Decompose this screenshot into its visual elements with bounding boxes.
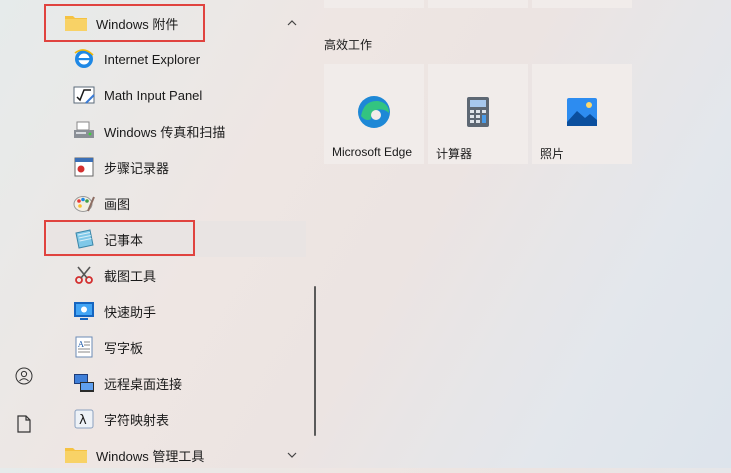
app-label: 写字板 bbox=[104, 340, 144, 356]
folder-icon bbox=[65, 448, 87, 463]
app-label: 记事本 bbox=[104, 232, 144, 248]
app-item-paint[interactable]: 画图 bbox=[48, 185, 306, 221]
tile-label: Microsoft Edge bbox=[332, 145, 413, 159]
app-label: 步骤记录器 bbox=[104, 160, 170, 176]
remote-desktop-icon bbox=[74, 374, 94, 392]
app-item-wordpad[interactable]: A 写字板 bbox=[48, 329, 306, 365]
character-map-icon: λ bbox=[74, 409, 94, 429]
app-label: 画图 bbox=[104, 196, 131, 212]
tile-group-title: 高效工作 bbox=[324, 38, 373, 52]
app-item-character-map[interactable]: λ 字符映射表 bbox=[48, 401, 306, 437]
app-label: 快速助手 bbox=[104, 304, 157, 320]
tile-calculator[interactable]: 计算器 bbox=[428, 64, 528, 164]
app-item-quick-assist[interactable]: 快速助手 bbox=[48, 293, 306, 329]
scrollbar[interactable] bbox=[314, 286, 316, 436]
tile-partial[interactable] bbox=[532, 0, 632, 8]
tile-photos[interactable]: 照片 bbox=[532, 64, 632, 164]
app-label: 远程桌面连接 bbox=[104, 376, 183, 392]
app-item-notepad[interactable]: 记事本 bbox=[48, 221, 306, 257]
snipping-tool-icon bbox=[75, 266, 93, 284]
internet-explorer-icon bbox=[74, 49, 94, 68]
svg-text:λ: λ bbox=[79, 413, 87, 428]
svg-text:A: A bbox=[77, 340, 84, 349]
edge-icon bbox=[358, 96, 390, 128]
app-item-steps-recorder[interactable]: 步骤记录器 bbox=[48, 149, 306, 185]
app-label: 截图工具 bbox=[104, 268, 157, 284]
folder-label: Windows 附件 bbox=[96, 16, 179, 32]
chevron-down-icon[interactable] bbox=[286, 449, 298, 461]
left-rail bbox=[0, 0, 48, 468]
app-label: Windows 传真和扫描 bbox=[104, 124, 226, 140]
photos-icon bbox=[567, 98, 597, 126]
app-label: 字符映射表 bbox=[104, 412, 170, 428]
app-item-internet-explorer[interactable]: Internet Explorer bbox=[48, 41, 306, 77]
paint-icon bbox=[73, 196, 95, 212]
calculator-icon bbox=[467, 97, 489, 127]
tile-microsoft-edge[interactable]: Microsoft Edge bbox=[324, 64, 424, 164]
steps-recorder-icon bbox=[74, 157, 94, 177]
app-item-math-input-panel[interactable]: Math Input Panel bbox=[48, 77, 306, 113]
app-label: Math Input Panel bbox=[104, 87, 203, 103]
tile-partial[interactable] bbox=[428, 0, 528, 8]
quick-assist-icon bbox=[74, 302, 94, 320]
app-item-snipping-tool[interactable]: 截图工具 bbox=[48, 257, 306, 293]
math-input-panel-icon bbox=[73, 86, 95, 104]
fax-scan-icon bbox=[74, 121, 94, 138]
tile-partial[interactable] bbox=[324, 0, 424, 8]
folder-label: Windows 管理工具 bbox=[96, 448, 205, 464]
notepad-icon bbox=[75, 229, 94, 249]
user-icon[interactable] bbox=[12, 364, 36, 388]
folder-icon bbox=[65, 16, 87, 31]
app-item-remote-desktop[interactable]: 远程桌面连接 bbox=[48, 365, 306, 401]
app-list: Windows 附件 Internet Explorer Math Input … bbox=[48, 0, 306, 468]
wordpad-icon: A bbox=[75, 336, 93, 358]
tile-label: 照片 bbox=[540, 147, 565, 161]
document-icon[interactable] bbox=[12, 412, 36, 436]
folder-windows-accessories[interactable]: Windows 附件 bbox=[48, 5, 306, 41]
app-label: Internet Explorer bbox=[104, 51, 201, 67]
tile-label: 计算器 bbox=[436, 147, 473, 161]
chevron-up-icon[interactable] bbox=[286, 17, 298, 29]
app-item-fax-scan[interactable]: Windows 传真和扫描 bbox=[48, 113, 306, 149]
